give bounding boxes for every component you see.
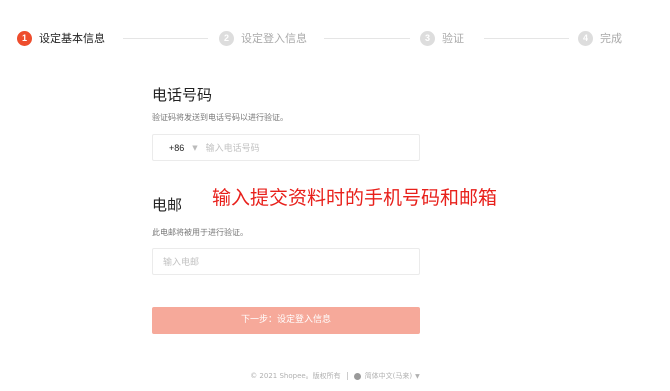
step-2-number: 2 [219, 30, 234, 46]
phone-number-input[interactable]: 输入电话号码 [206, 141, 260, 154]
step-divider [123, 38, 208, 39]
phone-section-description: 验证码将发送到电话号码以进行验证。 [152, 113, 288, 122]
language-selector[interactable]: 简体中文(马来) [365, 371, 412, 381]
step-4: 4 完成 [578, 29, 622, 47]
step-4-label: 完成 [600, 32, 622, 45]
phone-input-group: +86 ▼ 输入电话号码 [152, 134, 420, 161]
next-step-button[interactable]: 下一步：设定登入信息 [152, 307, 420, 334]
email-input[interactable]: 输入电邮 [163, 255, 199, 268]
copyright-text: © 2021 Shopee。版权所有 [250, 372, 341, 380]
globe-icon[interactable] [353, 372, 361, 380]
footer: © 2021 Shopee。版权所有 简体中文(马来) ▼ [0, 371, 670, 381]
step-2-label: 设定登入信息 [241, 32, 307, 45]
email-section-title: 电邮 [152, 196, 183, 214]
country-code-select[interactable]: +86 [169, 143, 184, 153]
chevron-down-icon[interactable]: ▼ [192, 144, 197, 152]
step-2: 2 设定登入信息 [219, 29, 307, 47]
step-1-number: 1 [17, 30, 32, 46]
phone-section-title: 电话号码 [152, 86, 213, 104]
email-input-group[interactable]: 输入电邮 [152, 248, 420, 275]
step-4-number: 4 [578, 30, 593, 46]
step-3-number: 3 [420, 30, 435, 46]
chevron-down-icon[interactable]: ▼ [415, 373, 420, 380]
step-1: 1 设定基本信息 [17, 29, 105, 47]
step-divider [484, 38, 569, 39]
footer-divider [346, 372, 348, 380]
progress-stepper: 1 设定基本信息 2 设定登入信息 3 验证 4 完成 [0, 0, 670, 80]
step-3-label: 验证 [442, 32, 464, 45]
step-1-label: 设定基本信息 [39, 32, 105, 45]
step-divider [324, 38, 410, 39]
email-section-description: 此电邮将被用于进行验证。 [152, 228, 248, 237]
step-3: 3 验证 [420, 29, 464, 47]
annotation-text: 输入提交资料时的手机号码和邮箱 [212, 187, 498, 209]
